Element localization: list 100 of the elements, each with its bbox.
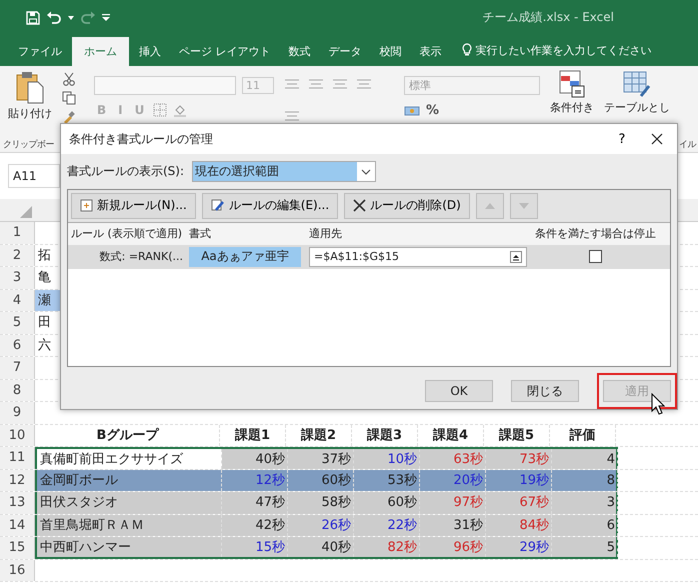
table-cell: 金岡町ボール (37, 470, 222, 491)
rule-row[interactable]: 数式: =RANK(... Aaあぁアァ亜宇 =$A$11:$G$15 (68, 244, 670, 269)
caret-icon[interactable] (68, 16, 74, 20)
field-label: 書式ルールの表示(S): (67, 163, 184, 180)
paste-label[interactable]: 貼り付け (8, 106, 52, 121)
score-text: 22秒 (387, 518, 417, 532)
toolbar-button[interactable]: ルールの削除(D) (344, 192, 470, 219)
row-number[interactable]: 8 (0, 380, 35, 401)
toolbar-button[interactable]: ルールの編集(E)... (202, 192, 338, 219)
conditional-format-icon[interactable] (559, 70, 585, 98)
column-heading: 評価 (550, 424, 616, 446)
ribbon-tab[interactable]: ページ レイアウト (171, 37, 278, 66)
row-number[interactable]: 15 (0, 537, 35, 558)
row-number[interactable]: 9 (0, 402, 35, 424)
tell-me-field[interactable]: 実行したい作業を入力してください (476, 43, 652, 58)
lightbulb-icon[interactable] (462, 43, 472, 57)
scope-dropdown[interactable]: 現在の選択範囲 (192, 161, 376, 182)
ribbon-tab[interactable]: 校閲 (372, 37, 410, 66)
table-cell: 首里鳥堀町ＲＡＭ (37, 514, 222, 536)
dialog-button[interactable]: OK (425, 380, 493, 402)
column-heading: 適用先 (308, 226, 343, 242)
cursor-icon (651, 393, 665, 415)
score-text: 67秒 (519, 495, 549, 510)
column-heading: 課題1 (220, 424, 286, 446)
rule-text: 数式: =RANK(... (98, 249, 184, 264)
score-text: 47秒 (255, 495, 285, 510)
ribbon-tab[interactable]: 数式 (280, 37, 318, 66)
help-button[interactable]: ? (607, 130, 637, 148)
table-cell: 中西町ハンマー (37, 537, 222, 556)
score-text: 20秒 (453, 472, 483, 488)
score-text: 84秒 (519, 518, 549, 532)
score-text: 37秒 (321, 452, 351, 467)
ribbon-tab[interactable]: ファイル (10, 37, 70, 66)
scissors-icon[interactable] (62, 72, 76, 86)
fill-color-icon[interactable] (173, 103, 188, 117)
group-label: クリップボー (3, 138, 54, 151)
score-text: 73秒 (519, 452, 549, 467)
close-icon[interactable] (651, 133, 663, 146)
score-text: 97秒 (453, 495, 483, 510)
score-text: 10秒 (387, 452, 417, 467)
brush-icon[interactable] (62, 110, 76, 124)
toolbar-button[interactable]: 新規ルール(N)... (71, 192, 196, 219)
row-number[interactable]: 11 (0, 447, 35, 468)
table-format-icon[interactable] (623, 70, 651, 98)
customize-icon[interactable] (102, 14, 110, 21)
score-text: 15秒 (255, 540, 285, 555)
table-cell: 6 (552, 514, 618, 536)
column-heading: 課題3 (352, 424, 418, 446)
column-heading: ルール (表示順で適用) (70, 226, 184, 242)
row-number[interactable]: 6 (0, 334, 35, 356)
window-title: チーム成績.xlsx - Excel (482, 9, 614, 26)
undo-icon[interactable] (46, 10, 62, 24)
copy-icon[interactable] (62, 91, 76, 105)
row-number[interactable]: 10 (0, 424, 35, 446)
save-icon[interactable] (26, 10, 40, 24)
row-number[interactable]: 5 (0, 312, 35, 334)
table-cell: 8 (552, 470, 618, 491)
row-number[interactable]: 13 (0, 492, 35, 514)
percent-button[interactable]: % (426, 103, 440, 118)
row-number[interactable]: 2 (0, 244, 35, 266)
row-number[interactable]: 16 (0, 560, 35, 581)
score-text: 60秒 (321, 472, 351, 488)
column-heading: Bグループ (35, 424, 220, 446)
name-box[interactable]: A11 (8, 164, 60, 188)
ribbon-tab[interactable]: 表示 (412, 37, 450, 66)
align-icon[interactable] (284, 110, 300, 122)
up-triangle-icon (484, 202, 495, 209)
column-heading: 条件を満たす場合は停止 (534, 226, 657, 242)
table-cell: 3 (552, 492, 618, 514)
range-field[interactable]: =$A$11:$G$15 (309, 246, 527, 267)
column-heading: 書式 (188, 226, 212, 242)
conditional-format-label[interactable]: 条件付き (550, 100, 594, 115)
score-text: 58秒 (321, 495, 351, 510)
currency-icon[interactable] (404, 104, 420, 118)
dialog-title: 条件付き書式ルールの管理 (69, 130, 213, 148)
row-number[interactable]: 12 (0, 470, 35, 491)
group-label: イル (679, 139, 696, 151)
table-cell: 4 (552, 449, 618, 468)
row-number[interactable]: 1 (0, 222, 35, 244)
table-format-label[interactable]: テーブルとし (604, 100, 670, 115)
score-text: 42秒 (255, 518, 285, 532)
down-triangle-icon (518, 202, 529, 209)
checkbox[interactable] (589, 250, 602, 264)
row-number[interactable]: 3 (0, 267, 35, 288)
table-cell: 田伏スタジオ (37, 492, 222, 514)
ribbon-tab[interactable]: データ (320, 37, 370, 66)
paste-icon[interactable] (15, 70, 45, 104)
new-document-icon (80, 199, 93, 212)
ribbon-tab[interactable]: ホーム (72, 37, 129, 66)
row-number[interactable]: 7 (0, 357, 35, 378)
score-text: 60秒 (387, 495, 417, 510)
font-name-field[interactable] (94, 76, 236, 95)
row-number[interactable]: 4 (0, 290, 35, 311)
row-number[interactable]: 14 (0, 514, 35, 536)
ribbon-tab[interactable]: 挿入 (131, 37, 169, 66)
borders-icon[interactable] (153, 103, 168, 117)
table-cell: 真備町前田エクササイズ (37, 449, 222, 468)
collapse-icon[interactable] (510, 250, 522, 263)
dialog-button[interactable]: 閉じる (511, 380, 579, 402)
redo-icon (80, 10, 96, 24)
